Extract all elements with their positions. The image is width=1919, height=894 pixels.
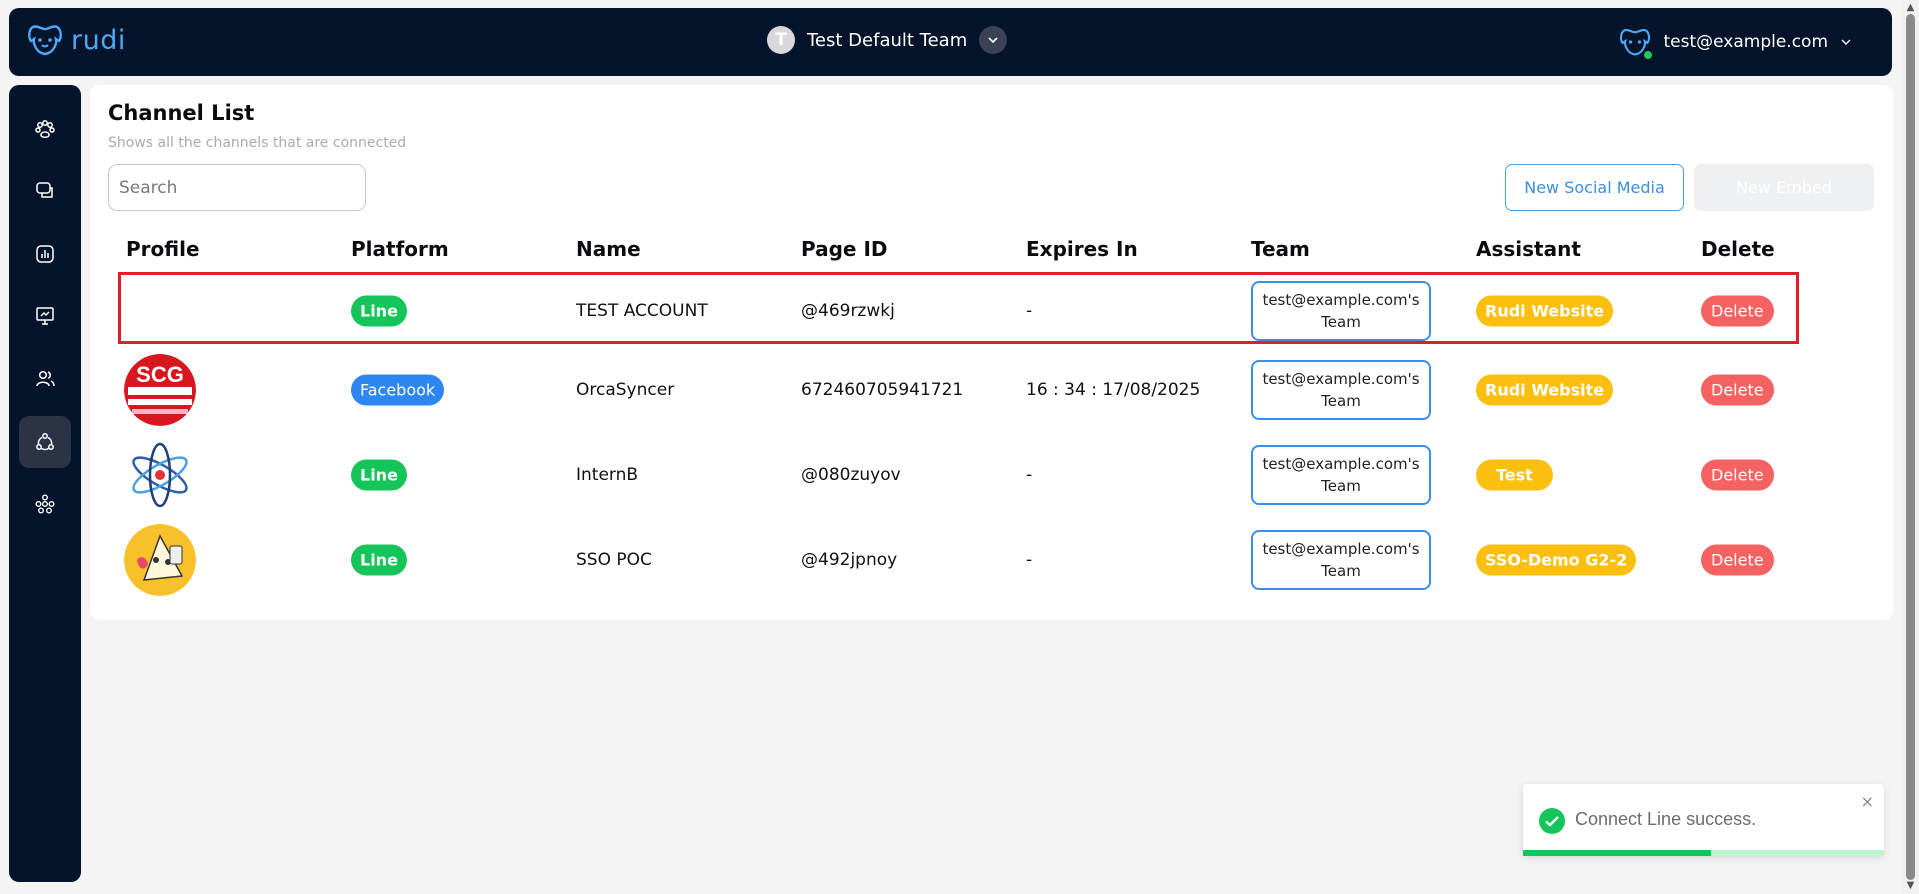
success-toast: Connect Line success. × <box>1523 784 1884 856</box>
chat-icon <box>36 182 53 198</box>
atom-logo-icon <box>124 439 196 511</box>
dog-logo-icon <box>28 25 62 56</box>
sidebar-item-chat[interactable] <box>19 165 71 217</box>
header-page-id: Page ID <box>801 237 888 261</box>
team-label: test@example.com's <box>1262 540 1420 558</box>
new-social-media-button[interactable]: New Social Media <box>1505 164 1684 211</box>
sidebar <box>9 85 81 882</box>
chevron-down-icon <box>1841 39 1851 45</box>
delete-button[interactable]: Delete <box>1701 544 1774 576</box>
sidebar-item-channels[interactable] <box>19 416 71 468</box>
sidebar-item-analytics[interactable] <box>19 228 71 280</box>
user-email: test@example.com <box>1663 32 1828 52</box>
row-highlight-box <box>118 272 1799 344</box>
users-icon <box>36 370 55 387</box>
toast-progress-bar <box>1523 850 1711 856</box>
user-avatar <box>1619 26 1654 60</box>
user-menu[interactable]: test@example.com <box>1619 26 1852 60</box>
expires-in: 16 : 34 : 17/08/2025 <box>1026 380 1201 400</box>
team-name: Test Default Team <box>807 29 968 51</box>
close-icon[interactable]: × <box>1861 792 1874 811</box>
assistant-badge[interactable]: Rudi Website <box>1476 374 1614 406</box>
team-select[interactable]: test@example.com's Team <box>1251 530 1431 590</box>
table-row: SCG Facebook OrcaSyncer 672460705941721 … <box>90 354 1893 426</box>
profile-image <box>124 524 196 596</box>
page-id: 672460705941721 <box>801 380 964 400</box>
paw-icon <box>35 120 55 138</box>
presentation-icon <box>36 307 54 325</box>
search-input[interactable] <box>108 164 366 211</box>
team-label-suffix: Team <box>1321 477 1361 495</box>
team-select[interactable]: test@example.com's Team <box>1251 360 1431 420</box>
header-expires-in: Expires In <box>1026 237 1138 261</box>
assistant-badge[interactable]: Test <box>1476 459 1553 491</box>
channel-name: OrcaSyncer <box>576 380 675 400</box>
team-dropdown-button[interactable] <box>979 26 1008 54</box>
page-id: @492jpnoy <box>801 550 898 570</box>
share-nodes-icon <box>36 433 54 451</box>
channel-name: SSO POC <box>576 550 652 570</box>
cartoon-avatar-icon <box>124 524 196 596</box>
delete-button[interactable]: Delete <box>1701 459 1774 491</box>
platform-badge: Line <box>351 544 407 576</box>
team-select[interactable]: test@example.com's Team <box>1251 445 1431 505</box>
delete-button[interactable]: Delete <box>1701 374 1774 406</box>
page-title: Channel List <box>108 101 255 125</box>
platform-badge: Facebook <box>351 374 445 406</box>
team-label: test@example.com's <box>1262 455 1420 473</box>
scroll-up-arrow[interactable]: ▲ <box>1904 2 1917 14</box>
profile-logo-text: SCG <box>136 362 184 387</box>
assistant-badge[interactable]: SSO-Demo G2-2 <box>1476 544 1637 576</box>
header-platform: Platform <box>351 237 449 261</box>
page-subtitle: Shows all the channels that are connecte… <box>108 135 407 151</box>
table-row: Line SSO POC @492jpnoy - test@example.co… <box>90 524 1893 596</box>
scg-logo-icon: SCG <box>124 354 196 426</box>
profile-image: SCG <box>124 354 196 426</box>
table-row: Line InternB @080zuyov - test@example.co… <box>90 439 1893 511</box>
new-embed-button[interactable]: New Embed <box>1694 164 1874 211</box>
check-circle-icon <box>1539 808 1565 834</box>
page-id: @080zuyov <box>801 465 901 485</box>
team-label-suffix: Team <box>1321 562 1361 580</box>
sidebar-item-teams[interactable] <box>19 478 71 530</box>
top-navbar: rudi T Test Default Team test@example.co… <box>9 8 1892 76</box>
channel-name: InternB <box>576 465 639 485</box>
team-network-icon <box>35 494 55 514</box>
platform-badge: Line <box>351 459 407 491</box>
app-logo[interactable]: rudi <box>27 23 126 57</box>
header-assistant: Assistant <box>1476 237 1581 261</box>
sidebar-item-users[interactable] <box>19 353 71 405</box>
header-profile: Profile <box>126 237 200 261</box>
team-avatar: T <box>767 26 795 54</box>
scroll-down-arrow[interactable]: ▼ <box>1904 880 1917 892</box>
header-team: Team <box>1251 237 1310 261</box>
analytics-icon <box>36 245 54 263</box>
sidebar-item-presentation[interactable] <box>19 290 71 342</box>
team-label: test@example.com's <box>1262 370 1420 388</box>
sidebar-item-bots[interactable] <box>19 103 71 155</box>
channel-list-card: Channel List Shows all the channels that… <box>90 85 1893 620</box>
header-name: Name <box>576 237 641 261</box>
logo-text: rudi <box>71 24 126 56</box>
chevron-down-icon <box>988 37 998 44</box>
profile-image <box>124 439 196 511</box>
expires-in: - <box>1026 465 1033 485</box>
scrollbar-thumb[interactable] <box>1906 14 1915 880</box>
team-label-suffix: Team <box>1321 392 1361 410</box>
toast-message: Connect Line success. <box>1575 809 1757 829</box>
team-switcher[interactable]: T Test Default Team <box>767 26 1008 54</box>
online-status-dot <box>1643 50 1654 60</box>
expires-in: - <box>1026 550 1033 570</box>
header-delete: Delete <box>1701 237 1775 261</box>
